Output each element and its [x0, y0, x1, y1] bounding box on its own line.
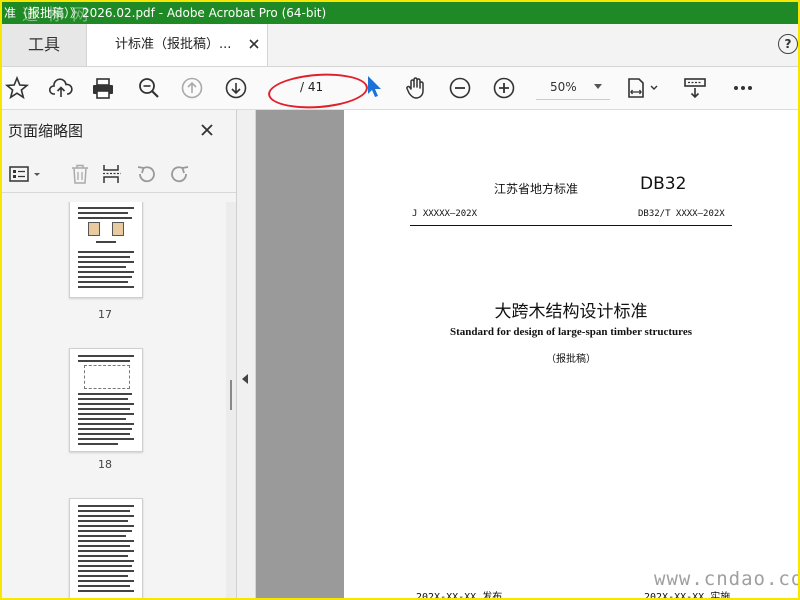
tab-document[interactable]: 计标准（报批稿）... — [86, 24, 268, 66]
thumbnail-sidebar: 页面缩略图 17 18 — [2, 110, 237, 598]
db-code: DB32/T XXXX—202X — [638, 209, 725, 219]
help-icon[interactable]: ? — [778, 34, 798, 54]
pdf-page: 江苏省地方标准 DB32 J XXXXX—202X DB32/T XXXX—20… — [344, 110, 798, 598]
sidebar-scrollbar[interactable] — [226, 202, 236, 598]
select-cursor-icon[interactable] — [362, 74, 388, 100]
title-bar: 准（报批稿）》2026.02.pdf - Adobe Acrobat Pro (… — [2, 2, 798, 24]
collapse-arrow-icon — [242, 374, 248, 384]
document-title-cn: 大跨木结构设计标准 — [494, 302, 648, 322]
next-page-icon[interactable] — [223, 75, 249, 101]
thumbnail-page-number: 18 — [98, 458, 112, 471]
delete-page-icon[interactable] — [68, 162, 92, 186]
page-thumbnail-18[interactable] — [69, 348, 143, 452]
header-rule — [410, 225, 732, 226]
rotate-left-icon[interactable] — [134, 162, 158, 186]
thumbnail-list: 17 18 — [2, 202, 226, 598]
sidebar-toolbar — [2, 158, 236, 193]
close-tab-icon[interactable] — [247, 36, 261, 50]
previous-page-icon[interactable] — [179, 75, 205, 101]
standard-label: 江苏省地方标准 — [494, 182, 579, 196]
tab-tools[interactable]: 工具 — [2, 24, 86, 66]
cloud-upload-icon[interactable] — [48, 75, 74, 101]
zoom-plus-icon[interactable] — [491, 75, 517, 101]
document-subtitle: （报批稿） — [546, 354, 596, 365]
thumbnail-options-icon[interactable] — [8, 162, 44, 186]
more-options-icon[interactable] — [730, 75, 756, 101]
thumbnail-page-number: 17 — [98, 308, 112, 321]
document-title-en: Standard for design of large-span timber… — [450, 326, 692, 338]
page-thumbnail-19[interactable] — [69, 498, 143, 598]
close-icon[interactable] — [200, 122, 214, 136]
zoom-select[interactable]: 50% — [536, 75, 610, 100]
rotate-right-icon[interactable] — [168, 162, 192, 186]
fit-page-icon[interactable] — [625, 75, 661, 101]
tab-document-label: 计标准（报批稿）... — [115, 37, 232, 52]
zoom-minus-icon[interactable] — [447, 75, 473, 101]
zoom-out-search-icon[interactable] — [136, 75, 162, 101]
chevron-down-icon — [594, 84, 602, 89]
hand-tool-icon[interactable] — [403, 75, 429, 101]
sidebar-collapse-handle[interactable] — [237, 110, 256, 598]
page-thumbnail-17[interactable] — [69, 202, 143, 298]
sidebar-title: 页面缩略图 — [8, 122, 84, 140]
scroll-mode-icon[interactable] — [682, 75, 708, 101]
j-code: J XXXXX—202X — [412, 209, 478, 219]
standard-code: DB32 — [640, 174, 687, 194]
print-icon[interactable] — [90, 75, 116, 101]
tab-bar: 工具 计标准（报批稿）... ? — [2, 24, 798, 67]
insert-page-icon[interactable] — [100, 162, 124, 186]
watermark-logo: 道 标 网 — [22, 5, 91, 24]
document-viewer[interactable]: 江苏省地方标准 DB32 J XXXXX—202X DB32/T XXXX—20… — [256, 110, 798, 598]
zoom-value: 50% — [550, 80, 577, 94]
bookmark-star-icon[interactable] — [4, 75, 30, 101]
toolbar: / 41 50% — [2, 67, 798, 112]
publish-date: 202X-XX-XX 发布 — [416, 592, 503, 598]
watermark-url: www.cndao.com — [654, 568, 800, 590]
